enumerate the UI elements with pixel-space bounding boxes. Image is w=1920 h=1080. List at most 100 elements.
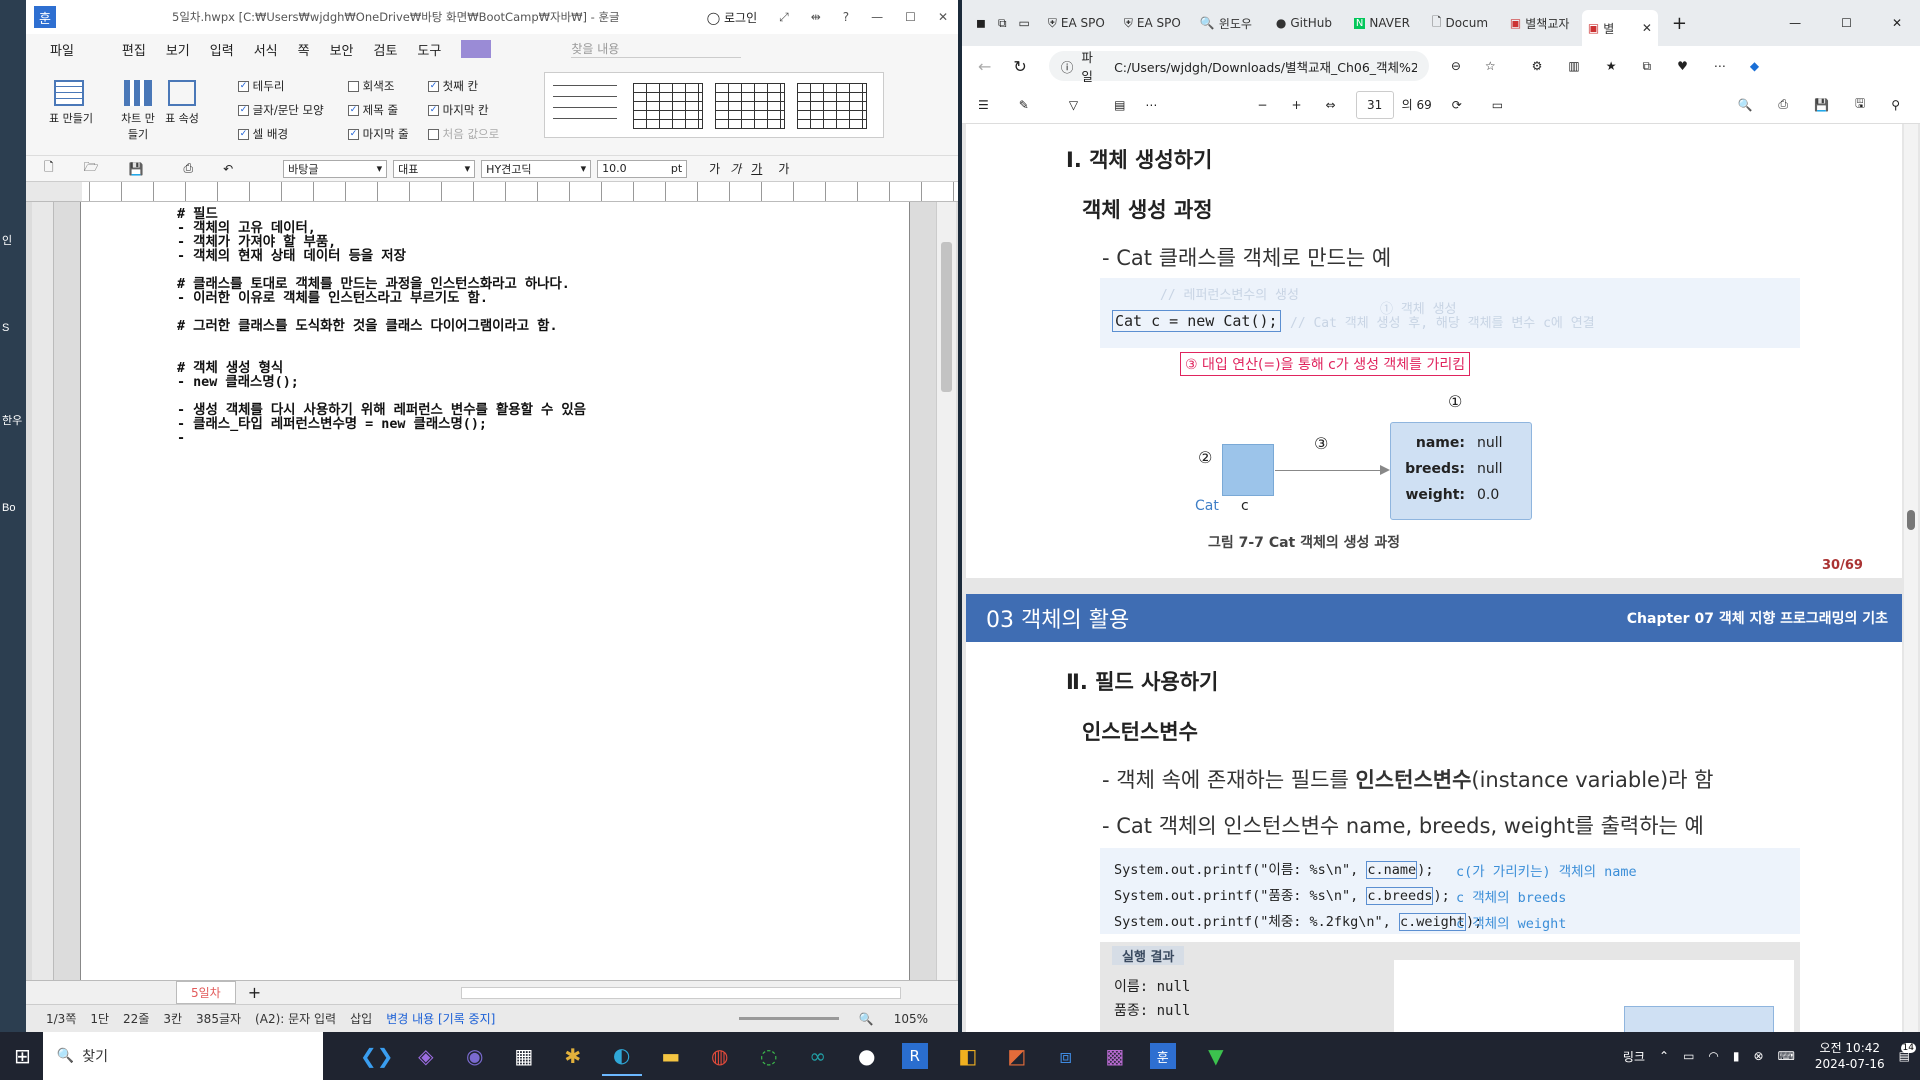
minimize-button[interactable]: — [871,10,883,24]
document-line[interactable]: # 필드 [177,208,877,222]
vertical-ruler[interactable] [32,202,54,980]
document-line[interactable]: - 생성 객체를 다시 사용하기 위해 레퍼런스 변수를 활용할 수 있음 [177,404,877,418]
file-explorer-icon[interactable]: ▬ [651,1036,691,1076]
browser-tab[interactable]: ⛨ EA SPO [1118,8,1192,38]
checkbox-icon[interactable]: ✓ [238,129,249,140]
checkbox-icon[interactable]: ✓ [348,105,359,116]
menu-view[interactable]: 보기 [166,40,190,59]
add-tab-button[interactable]: + [248,983,261,1002]
checkbox-icon[interactable]: ✓ [348,129,359,140]
status-insert[interactable]: 삽입 [350,1010,372,1027]
display-icon[interactable]: ▭ [1683,1049,1694,1063]
check-header-row[interactable]: ✓ 제목 줄 [348,102,428,118]
page-view-icon[interactable]: ▭ [1492,98,1503,112]
bold-button[interactable]: 가 [709,160,720,177]
pin-icon[interactable]: ⚲ [1891,98,1900,112]
fullscreen-icon[interactable]: ⤢ [779,10,789,25]
collections-icon[interactable]: ⧉ [1643,59,1652,74]
checkbox-icon[interactable] [428,129,439,140]
battery-icon[interactable]: ▮ [1733,1049,1740,1063]
zoom-level[interactable]: 105% [894,1012,928,1026]
save-icon[interactable]: 💾 [129,162,144,176]
help-icon[interactable]: ? [843,10,849,24]
minimize-button[interactable]: — [1789,16,1801,30]
game-app-icon[interactable]: ▩ [1095,1036,1135,1076]
gallery-style-1[interactable] [553,83,617,129]
menu-format[interactable]: 서식 [254,40,278,59]
calendar-icon[interactable]: ▦ [504,1036,544,1076]
document-line[interactable]: - new 클래스명(); [177,376,877,390]
horizontal-scrollbar[interactable] [461,986,902,999]
scroll-thumb[interactable] [941,242,952,392]
search-icon[interactable]: 🔍 [1737,98,1752,112]
read-aloud-icon[interactable]: ▤ [1114,98,1125,112]
document-line[interactable]: - 객체의 현재 상태 데이터 등을 저장 [177,250,877,264]
save-as-icon[interactable]: 🖫 [1855,94,1865,115]
menu-edit[interactable]: 편집 [122,40,146,59]
more-icon[interactable]: ⋯ [1145,98,1157,112]
color-button[interactable]: 가 [778,160,789,177]
checkbox-icon[interactable]: ✓ [238,105,249,116]
check-last-col[interactable]: ✓ 마지막 칸 [428,102,518,118]
table-create-label[interactable]: 표 만들기 [46,110,96,126]
hwp-app-icon[interactable]: 훈 [1149,1043,1176,1069]
browser-tab[interactable]: ▣ 별책교자 [1504,8,1580,38]
browser-tab-active[interactable]: ▣ 별 ✕ [1581,10,1658,46]
open-icon[interactable]: 🗁 [84,158,99,179]
maximize-button[interactable]: ☐ [905,10,916,24]
more-icon[interactable]: ⋯ [1714,59,1726,73]
document-line[interactable]: - 이러한 이유로 객체를 인스턴스라고 부르기도 함. [177,292,877,306]
document-line[interactable] [177,306,877,320]
split-icon[interactable]: ⇹ [811,10,821,24]
menu-insert[interactable]: 입력 [210,40,234,59]
menu-tools[interactable]: 도구 [417,40,441,59]
italic-button[interactable]: 가 [730,160,741,177]
save-icon[interactable]: 💾 [1814,98,1829,112]
new-tab-button[interactable]: + [1672,13,1687,34]
close-button[interactable]: ✕ [1892,16,1902,30]
favorites-icon[interactable]: ★ [1606,59,1617,73]
maximize-button[interactable]: ☐ [1841,16,1852,30]
horizontal-ruler[interactable] [26,182,958,202]
edge-icon[interactable]: ◐ [601,1036,642,1076]
keyboard-icon[interactable]: ⌨ [1778,1049,1795,1063]
tab-actions-icon[interactable]: ▭ [1019,16,1030,30]
browser-tab[interactable]: 🗋 Docum [1426,8,1502,38]
menu-review[interactable]: 검토 [374,40,398,59]
login-button[interactable]: ◯ 로그인 [707,9,757,26]
page-number-input[interactable]: 31 [1355,90,1394,119]
slack-icon[interactable]: ✱ [553,1036,593,1076]
highlight-icon[interactable]: ✎ [1019,98,1029,112]
mute-icon[interactable]: ⊗ [1754,1049,1764,1063]
document-line[interactable]: # 그러한 클래스를 도식화한 것을 클래스 다이어그램이라고 함. [177,320,877,334]
info-icon[interactable]: ⓘ [1061,57,1074,76]
browser-tab[interactable]: N NAVER [1348,8,1424,38]
wifi-icon[interactable]: ◠ [1708,1049,1718,1063]
arduino-icon[interactable]: ∞ [798,1036,838,1076]
paint-app-icon[interactable]: ◩ [997,1036,1037,1076]
menu-security[interactable]: 보안 [330,40,354,59]
split-screen-icon[interactable]: ▥ [1568,59,1579,73]
taskbar-search[interactable]: 🔍 찾기 [42,1032,323,1080]
document-line[interactable] [177,334,877,348]
gallery-style-3[interactable] [715,83,785,129]
table-icon[interactable] [54,80,84,106]
zoom-out-button[interactable]: − [1257,98,1267,112]
chart-icon[interactable] [124,80,152,106]
scroll-thumb[interactable] [1907,510,1915,530]
notification-icon[interactable]: ▤ 14 [1899,1043,1916,1063]
document-page[interactable]: # 필드 - 객체의 고유 데이터, - 객체가 가져야 할 부품, - 객체의 현재… [80,202,910,980]
green-app-icon[interactable]: ▼ [1196,1036,1236,1076]
copilot-icon[interactable]: ◆ [1750,59,1759,73]
link-toolbar[interactable]: 링크 [1623,1048,1645,1065]
r-app-icon[interactable]: R [901,1043,928,1069]
check-border[interactable]: ✓ 테두리 [238,78,348,94]
document-line[interactable]: # 클래스를 토대로 객체를 만드는 과정을 인스턴스화라고 하나다. [177,278,877,292]
print-icon[interactable]: ⎙ [184,161,194,176]
new-doc-icon[interactable]: 🗋 [44,158,54,179]
chevron-up-icon[interactable]: ⌃ [1659,1049,1669,1063]
check-last-row[interactable]: ✓ 마지막 줄 [348,126,428,142]
table-style-gallery[interactable] [544,72,884,138]
vscode-icon[interactable]: ❮❯ [357,1036,397,1076]
clock[interactable]: 오전 10:42 2024-07-16 [1815,1040,1885,1072]
